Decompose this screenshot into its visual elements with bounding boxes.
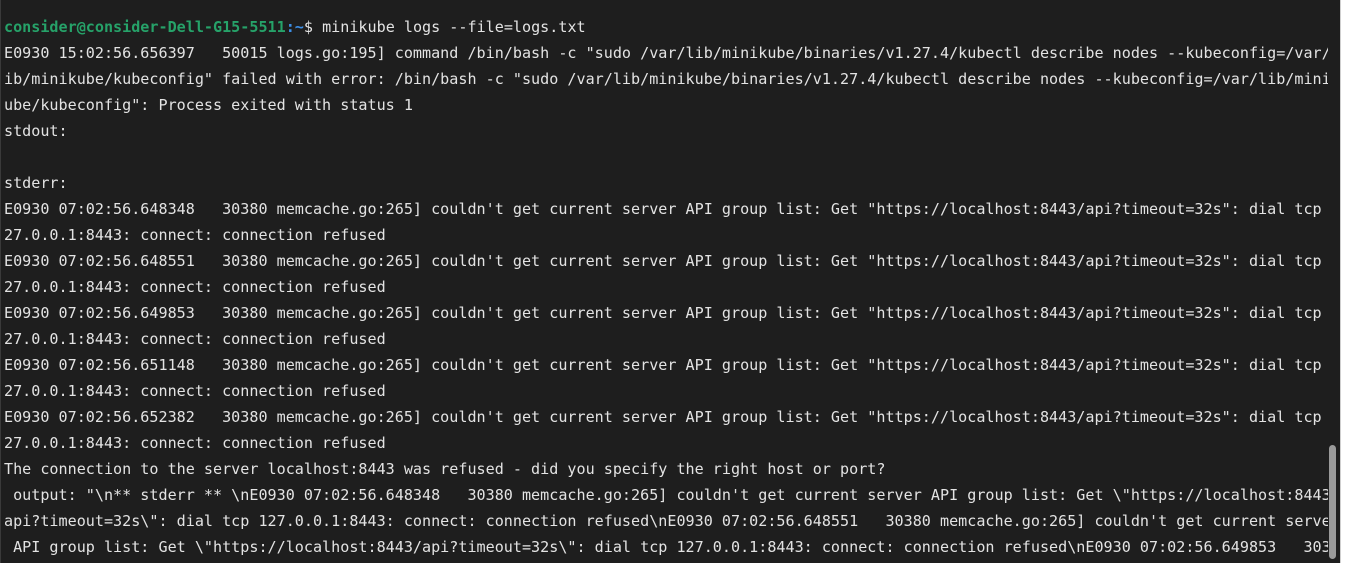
- prompt-symbol: $: [303, 18, 313, 36]
- output-line: stdout:: [4, 122, 68, 140]
- output-line: E0930 07:02:56.652382 30380 memcache.go:…: [4, 408, 1328, 426]
- output-line: E0930 07:02:56.648348 30380 memcache.go:…: [4, 200, 1328, 218]
- output-line: stderr:: [4, 174, 68, 192]
- terminal-output: consider@consider-Dell-G15-5511:~$ minik…: [4, 14, 1328, 560]
- output-line: E0930 07:02:56.649853 30380 memcache.go:…: [4, 304, 1328, 322]
- output-line: 27.0.0.1:8443: connect: connection refus…: [4, 382, 386, 400]
- prompt-path: :~: [285, 18, 304, 36]
- output-line: 27.0.0.1:8443: connect: connection refus…: [4, 278, 386, 296]
- prompt-line: consider@consider-Dell-G15-5511:~$ minik…: [4, 14, 1328, 40]
- output-line: output: "\n** stderr ** \nE0930 07:02:56…: [4, 486, 1328, 504]
- output-line: 27.0.0.1:8443: connect: connection refus…: [4, 434, 386, 452]
- output-line: 27.0.0.1:8443: connect: connection refus…: [4, 226, 386, 244]
- scrollbar-thumb[interactable]: [1329, 445, 1336, 559]
- output-line: api?timeout=32s\": dial tcp 127.0.0.1:84…: [4, 512, 1328, 530]
- terminal-window[interactable]: consider@consider-Dell-G15-5511:~$ minik…: [0, 0, 1328, 563]
- prompt-user-host: consider@consider-Dell-G15-5511: [4, 18, 286, 36]
- output-line: ib/minikube/kubeconfig" failed with erro…: [4, 70, 1328, 88]
- vertical-scrollbar[interactable]: [1328, 0, 1340, 563]
- output-line: 27.0.0.1:8443: connect: connection refus…: [4, 330, 386, 348]
- output-line: ube/kubeconfig": Process exited with sta…: [4, 96, 413, 114]
- output-line: API group list: Get \"https://localhost:…: [4, 538, 1328, 556]
- background-window-edge: [1340, 0, 1346, 563]
- output-line: E0930 07:02:56.648551 30380 memcache.go:…: [4, 252, 1328, 270]
- output-line: E0930 07:02:56.651148 30380 memcache.go:…: [4, 356, 1328, 374]
- output-line: E0930 15:02:56.656397 50015 logs.go:195]…: [4, 44, 1328, 62]
- output-line: The connection to the server localhost:8…: [4, 460, 886, 478]
- prompt-command: minikube logs --file=logs.txt: [313, 18, 586, 36]
